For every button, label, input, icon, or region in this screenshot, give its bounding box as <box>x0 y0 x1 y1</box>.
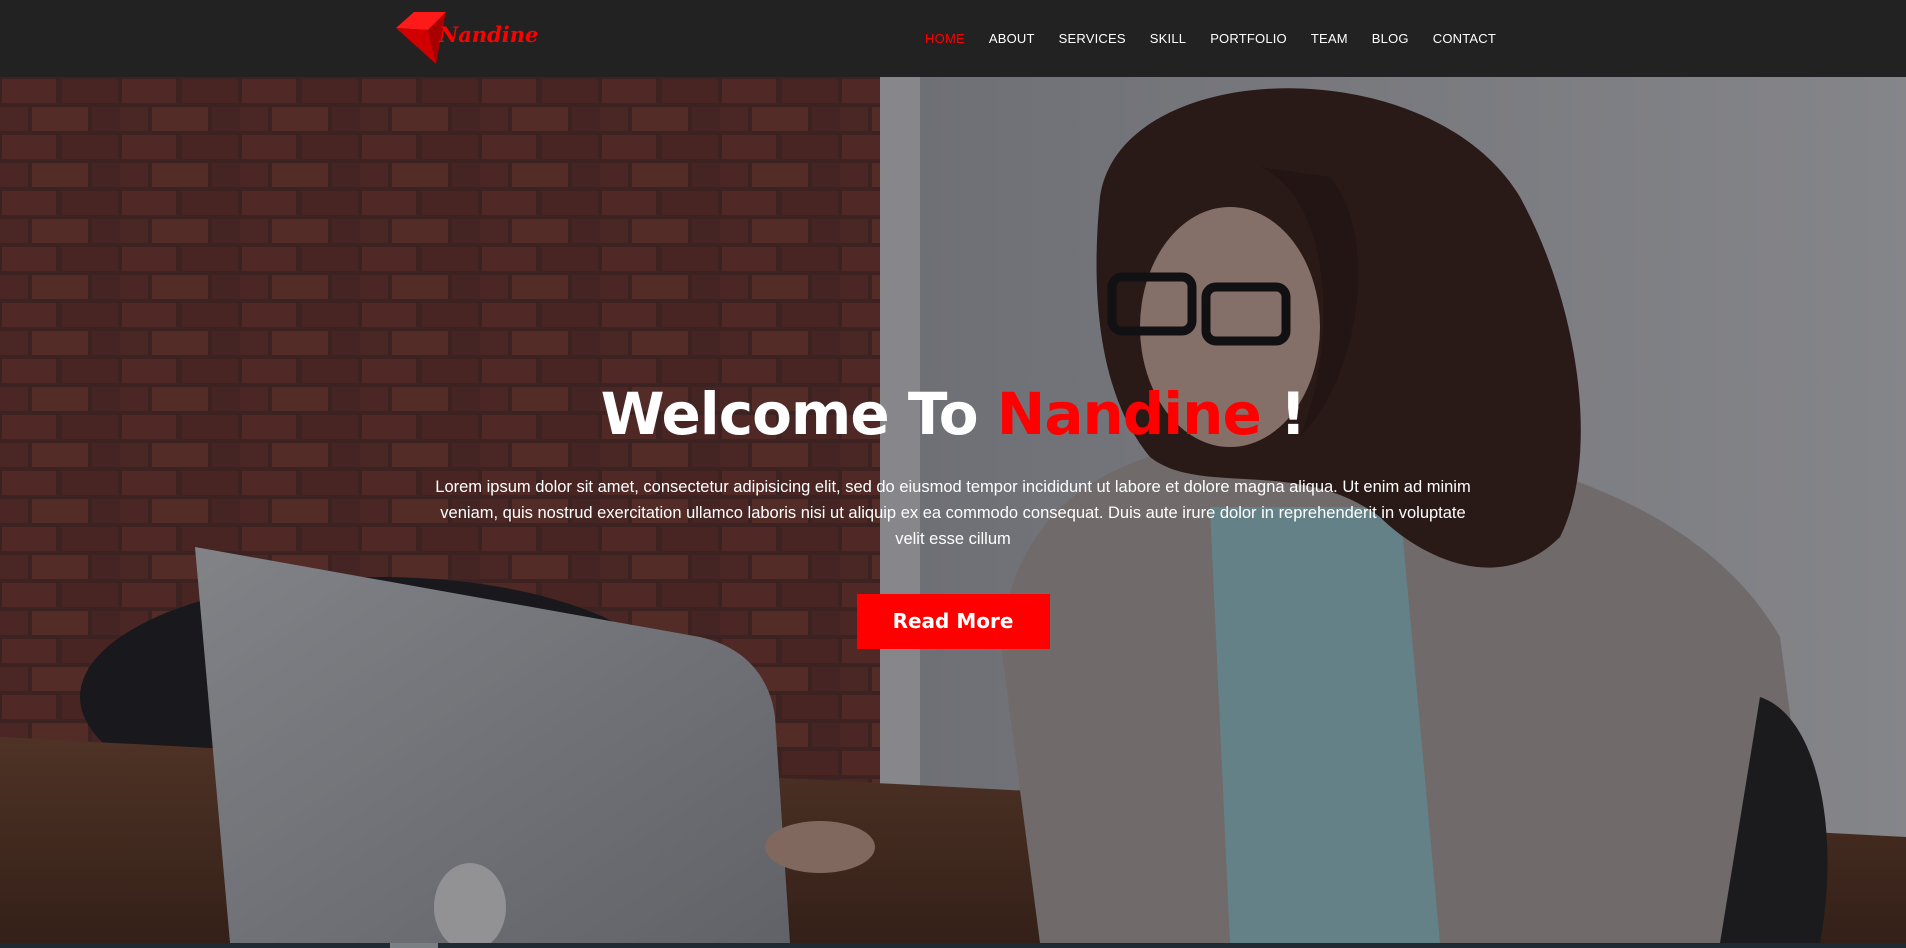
brand-logo[interactable]: Nandine <box>396 8 538 66</box>
main-nav: HOME ABOUT SERVICES SKILL PORTFOLIO TEAM… <box>901 0 1496 77</box>
nav-item-team[interactable]: TEAM <box>1311 32 1348 45</box>
nav-item-home[interactable]: HOME <box>925 32 965 45</box>
scrollbar-thumb[interactable] <box>390 943 438 948</box>
hero-content: Welcome To Nandine ! Lorem ipsum dolor s… <box>0 378 1906 649</box>
hero-section: Welcome To Nandine ! Lorem ipsum dolor s… <box>0 77 1906 943</box>
hero-description: Lorem ipsum dolor sit amet, consectetur … <box>435 478 1471 548</box>
site-header: Nandine HOME ABOUT SERVICES SKILL PORTFO… <box>0 0 1906 77</box>
read-more-button[interactable]: Read More <box>856 594 1050 649</box>
hero-title-highlight: Nandine <box>996 380 1262 448</box>
brand-name: Nandine <box>439 22 539 47</box>
nav-item-portfolio[interactable]: PORTFOLIO <box>1210 32 1287 45</box>
nav-item-skill[interactable]: SKILL <box>1150 32 1186 45</box>
nav-item-blog[interactable]: BLOG <box>1372 32 1409 45</box>
hero-title: Welcome To Nandine ! <box>0 378 1906 450</box>
horizontal-scrollbar[interactable] <box>0 943 1906 948</box>
hero-title-prefix: Welcome To <box>600 380 997 448</box>
nav-item-contact[interactable]: CONTACT <box>1433 32 1496 45</box>
nav-item-services[interactable]: SERVICES <box>1059 32 1126 45</box>
nav-item-about[interactable]: ABOUT <box>989 32 1035 45</box>
hero-title-suffix: ! <box>1260 380 1306 448</box>
